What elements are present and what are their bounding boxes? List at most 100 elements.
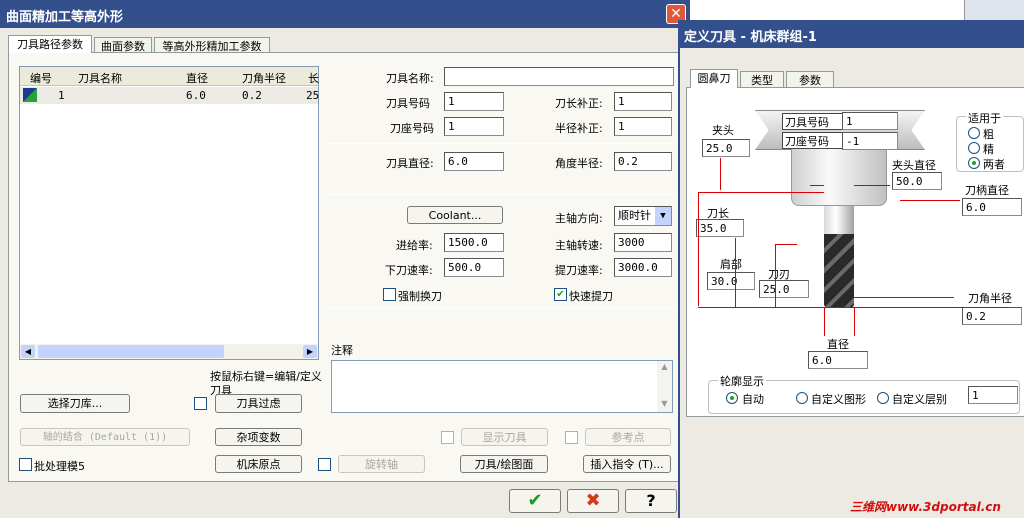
tool-shank	[824, 206, 854, 234]
layer-field[interactable]: 1	[968, 386, 1018, 404]
notes-textarea[interactable]: ▲ ▼	[331, 360, 673, 413]
custom-layer-radio[interactable]	[877, 392, 889, 404]
tool-len-field[interactable]: 35.0	[696, 219, 744, 237]
label-tool-name: 刀具名称:	[386, 72, 434, 85]
tool-dialog: 定义刀具 - 机床群组-1 圆鼻刀 类型 参数 刀具号码 1 刀座号码 -1 夹…	[678, 20, 1024, 518]
label-rough: 粗	[983, 128, 994, 141]
scroll-down-icon[interactable]: ▼	[658, 399, 671, 411]
label-custom-layer: 自定义层别	[892, 393, 947, 406]
machine-origin-button[interactable]: 机床原点	[215, 455, 302, 473]
misc-values-button[interactable]: 杂项变数	[215, 428, 302, 446]
divider	[325, 194, 675, 195]
tool-filter-checkbox[interactable]	[194, 397, 207, 410]
ok-button[interactable]: ✔	[509, 489, 561, 513]
tool-name-field[interactable]	[444, 67, 674, 86]
tool-list[interactable]: 编号 刀具名称 直径 刀角半径 长 1 6.0 0.2 25 ◀ ▶	[19, 66, 319, 360]
scroll-thumb[interactable]	[38, 345, 224, 358]
main-dialog: 曲面精加工等高外形 ✕ 刀具路径参数 曲面参数 等高外形精加工参数 编号 刀具名…	[0, 0, 690, 518]
dim-line	[720, 158, 721, 190]
corner-rad-field[interactable]: 0.2	[962, 307, 1022, 325]
col-num[interactable]: 编号	[30, 70, 52, 86]
chevron-down-icon[interactable]: ▼	[655, 207, 671, 225]
col-dia[interactable]: 直径	[186, 70, 208, 86]
rough-radio[interactable]	[968, 127, 980, 139]
insert-command-button[interactable]: 插入指令 (T)...	[583, 455, 671, 473]
show-tool-button[interactable]: 显示刀具	[461, 428, 548, 446]
watermark: 三维网www.3dportal.cn	[850, 500, 1001, 514]
shank-dia-field[interactable]: 6.0	[962, 198, 1022, 216]
label-notes: 注释	[331, 344, 353, 357]
plunge-field[interactable]: 500.0	[444, 258, 504, 277]
fast-retract-checkbox[interactable]: ✔	[554, 288, 567, 301]
tool-dialog-title: 定义刀具 - 机床群组-1	[684, 30, 817, 45]
ref-point-button[interactable]: 参考点	[585, 428, 671, 446]
horizontal-scrollbar[interactable]: ◀ ▶	[20, 344, 318, 359]
select-library-button[interactable]: 选择刀库...	[20, 394, 130, 413]
main-title: 曲面精加工等高外形	[6, 10, 124, 25]
chuck-field[interactable]: 25.0	[702, 139, 750, 157]
label-plunge: 下刀速率:	[385, 264, 433, 277]
table-row[interactable]: 1 6.0 0.2 25	[20, 87, 319, 104]
tab-toolpath-params[interactable]: 刀具路径参数	[8, 35, 92, 53]
rotary-axis-button[interactable]: 旋转轴	[338, 455, 425, 473]
dim-line	[854, 308, 855, 336]
feed-field[interactable]: 1500.0	[444, 233, 504, 252]
rad-comp-field[interactable]: 1	[614, 117, 672, 136]
label-fast-retract: 快速提刀	[569, 290, 613, 303]
tab-contour-finish-params[interactable]: 等高外形精加工参数	[154, 37, 270, 53]
label-shoulder: 肩部	[720, 258, 742, 271]
col-len[interactable]: 长	[308, 70, 319, 86]
col-name[interactable]: 刀具名称	[78, 70, 122, 86]
axis-combination-button[interactable]: 轴的结合 (Default (1))	[20, 428, 190, 446]
tool-no-field[interactable]: 1	[444, 92, 504, 111]
help-button[interactable]: ?	[625, 489, 677, 513]
tab-params[interactable]: 参数	[786, 71, 834, 88]
retract-field[interactable]: 3000.0	[614, 258, 672, 277]
ref-point-checkbox[interactable]	[565, 431, 578, 444]
tab-surface-params[interactable]: 曲面参数	[94, 37, 152, 53]
holder-no-field[interactable]: -1	[842, 132, 898, 150]
auto-radio[interactable]	[726, 392, 738, 404]
label-rad-comp: 半径补正:	[555, 122, 603, 135]
label-tool-no: 刀具号码	[782, 113, 844, 130]
chuck-dia-field[interactable]: 50.0	[892, 172, 942, 190]
tab-type[interactable]: 类型	[740, 71, 784, 88]
dia-field[interactable]: 6.0	[808, 351, 868, 369]
check-icon: ✔	[527, 490, 543, 511]
tool-list-header: 编号 刀具名称 直径 刀角半径 长	[20, 67, 319, 86]
scroll-right-icon[interactable]: ▶	[303, 345, 317, 358]
notes-scrollbar[interactable]: ▲ ▼	[657, 361, 672, 412]
tool-plane-button[interactable]: 刀具/绘图面	[460, 455, 548, 473]
label-auto: 自动	[742, 393, 764, 406]
corner-rad-field[interactable]: 0.2	[614, 152, 672, 171]
label-chuck: 夹头	[712, 124, 734, 137]
tool-flute	[824, 234, 854, 308]
dim-line	[900, 200, 960, 201]
shoulder-field[interactable]: 30.0	[707, 272, 755, 290]
label-holder-no: 刀座号码	[782, 132, 844, 149]
tool-no-field[interactable]: 1	[842, 112, 898, 130]
scroll-left-icon[interactable]: ◀	[21, 345, 35, 358]
both-radio[interactable]	[968, 157, 980, 169]
force-change-checkbox[interactable]	[383, 288, 396, 301]
dim-line	[810, 185, 824, 186]
len-comp-field[interactable]: 1	[614, 92, 672, 111]
dim-line	[854, 297, 954, 298]
tab-bull-nose[interactable]: 圆鼻刀	[690, 69, 738, 88]
coolant-button[interactable]: Coolant...	[407, 206, 503, 224]
spindle-speed-field[interactable]: 3000	[614, 233, 672, 252]
tool-icon	[23, 88, 37, 102]
tool-filter-button[interactable]: 刀具过虑	[215, 394, 302, 413]
holder-no-field[interactable]: 1	[444, 117, 504, 136]
scroll-up-icon[interactable]: ▲	[658, 362, 671, 374]
col-corner[interactable]: 刀角半径	[242, 70, 286, 86]
rotary-axis-checkbox[interactable]	[318, 458, 331, 471]
flute-field[interactable]: 25.0	[759, 280, 809, 298]
cancel-button[interactable]: ✖	[567, 489, 619, 513]
show-tool-checkbox[interactable]	[441, 431, 454, 444]
spindle-dir-select[interactable]: 顺时针 ▼	[614, 206, 672, 226]
custom-shape-radio[interactable]	[796, 392, 808, 404]
tool-dia-field[interactable]: 6.0	[444, 152, 504, 171]
batch-checkbox[interactable]	[19, 458, 32, 471]
finish-radio[interactable]	[968, 142, 980, 154]
